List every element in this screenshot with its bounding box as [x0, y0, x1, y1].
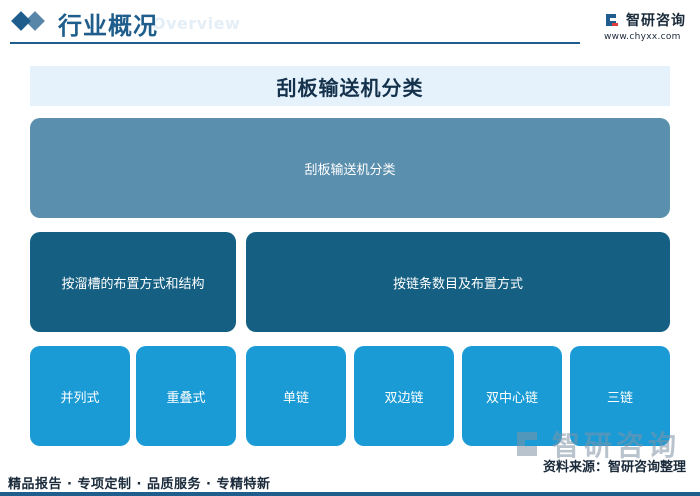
- diagram-title-band: 刮板输送机分类: [30, 66, 670, 106]
- brand-name: 智研咨询: [626, 13, 686, 29]
- header-rule: [10, 42, 580, 44]
- root-node-label: 刮板输送机分类: [304, 162, 396, 178]
- leaf-node-overlapping: 重叠式: [136, 346, 236, 446]
- leaf-node-label: 双中心链: [485, 390, 538, 406]
- leaf-node-label: 三链: [606, 390, 633, 406]
- group-node-chain-count: 按链条数目及布置方式: [246, 232, 670, 332]
- section-subtitle: Overview: [152, 14, 241, 33]
- group-node-label: 按链条数目及布置方式: [392, 276, 523, 292]
- brand-url: www.chyxx.com: [604, 32, 681, 42]
- leaf-node-double-side-chain: 双边链: [354, 346, 454, 446]
- watermark-logo-icon: [516, 432, 537, 456]
- brand-logo-icon: [606, 14, 618, 26]
- footer-text: 精品报告 · 专项定制 · 品质服务 · 专精特新: [8, 477, 271, 492]
- page-header: Overview 行业概况 智研咨询 www.chyxx.com: [0, 0, 700, 56]
- diagram-title: 刮板输送机分类: [276, 75, 424, 100]
- leaf-node-label: 双边链: [384, 390, 424, 406]
- leaf-node-label: 并列式: [60, 390, 100, 406]
- footer-rule: [0, 492, 700, 496]
- group-node-trough-layout: 按溜槽的布置方式和结构: [30, 232, 236, 332]
- group-node-label: 按溜槽的布置方式和结构: [61, 276, 205, 292]
- root-node: 刮板输送机分类: [30, 118, 670, 218]
- leaf-node-parallel: 并列式: [30, 346, 130, 446]
- leaf-node-label: 单链: [282, 390, 309, 406]
- brand: 智研咨询 www.chyxx.com: [604, 10, 686, 42]
- section-title: 行业概况: [58, 12, 158, 40]
- double-diamond-icon: [11, 11, 45, 31]
- leaf-node-single-chain: 单链: [246, 346, 346, 446]
- leaf-node-label: 重叠式: [166, 390, 206, 406]
